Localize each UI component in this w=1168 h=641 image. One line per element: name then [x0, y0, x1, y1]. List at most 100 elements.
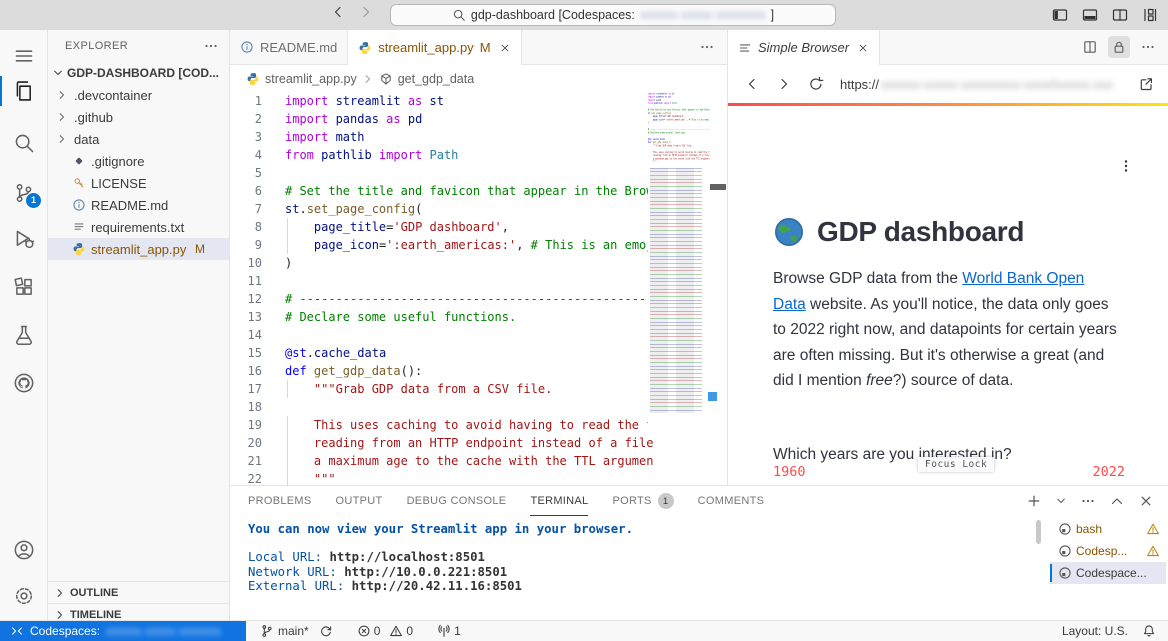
- code-line[interactable]: 22 """: [230, 470, 710, 485]
- close-icon[interactable]: [499, 42, 511, 54]
- breadcrumb[interactable]: streamlit_app.py get_gdp_data: [230, 65, 727, 92]
- code-line[interactable]: 9 page_icon=':earth_americas:', # This i…: [230, 236, 710, 254]
- panel-tab-output[interactable]: OUTPUT: [336, 486, 383, 516]
- history-forward-icon[interactable]: [358, 4, 374, 20]
- code-line[interactable]: 14: [230, 326, 710, 344]
- explorer-item-readme-md[interactable]: README.md: [48, 194, 229, 216]
- url-bar[interactable]: https:// xxxxxx-xxxxx-xxxxxxxxx-xxxx0xxx…: [840, 77, 1122, 92]
- panel-tab-debug-console[interactable]: DEBUG CONSOLE: [407, 486, 507, 516]
- notifications-bell-icon[interactable]: [1142, 624, 1156, 638]
- browser-back-icon[interactable]: [744, 76, 760, 92]
- browser-more-actions-icon[interactable]: [1140, 39, 1156, 55]
- close-panel-icon[interactable]: [1138, 493, 1154, 509]
- panel-tab-ports[interactable]: PORTS1: [612, 486, 673, 516]
- branch-status[interactable]: main*: [260, 624, 333, 638]
- tab-simple-browser[interactable]: Simple Browser: [728, 30, 880, 65]
- code-line[interactable]: 12# ------------------------------------…: [230, 290, 710, 308]
- layout-sidebar-left-icon[interactable]: [1052, 7, 1068, 23]
- terminal-session-codespace-[interactable]: Codespace...: [1050, 562, 1166, 584]
- close-icon[interactable]: [857, 42, 869, 54]
- browser-reload-icon[interactable]: [808, 76, 824, 92]
- sidebar-section-outline[interactable]: OUTLINE: [48, 581, 229, 603]
- code-line[interactable]: 2import pandas as pd: [230, 110, 710, 128]
- code-line[interactable]: 17 """Grab GDP data from a CSV file.: [230, 380, 710, 398]
- lock-icon[interactable]: [1108, 36, 1130, 58]
- open-external-icon[interactable]: [1138, 76, 1154, 92]
- activity-source-control-icon[interactable]: 1: [0, 176, 47, 210]
- year-range-slider[interactable]: 1960 2022: [773, 464, 1125, 480]
- activity-testing-icon[interactable]: [0, 318, 47, 352]
- explorer-more-actions-icon[interactable]: [203, 38, 219, 54]
- problems-status[interactable]: 0 0: [357, 624, 413, 638]
- activity-settings-icon[interactable]: [0, 579, 47, 613]
- code-line[interactable]: 3import math: [230, 128, 710, 146]
- panel-tab-terminal[interactable]: TERMINAL: [530, 486, 588, 516]
- code-line[interactable]: 5: [230, 164, 710, 182]
- explorer-item--gitignore[interactable]: .gitignore: [48, 150, 229, 172]
- line-text: # --------------------------------------…: [262, 290, 710, 308]
- code-line[interactable]: 11: [230, 272, 710, 290]
- keyboard-layout[interactable]: Layout: U.S.: [1062, 624, 1128, 638]
- layout-sidebar-right-icon[interactable]: [1112, 7, 1128, 23]
- code-line[interactable]: 10): [230, 254, 710, 272]
- code-line[interactable]: 19 This uses caching to avoid having to …: [230, 416, 710, 434]
- emphasis-text: free: [866, 372, 893, 389]
- code-line[interactable]: 20 reading from an HTTP endpoint instead…: [230, 434, 710, 452]
- code-line[interactable]: 8 page_title='GDP dashboard',: [230, 218, 710, 236]
- explorer-item--github[interactable]: .github: [48, 106, 229, 128]
- minimap[interactable]: import streamlit as stimport pandas as p…: [648, 92, 710, 432]
- code-line[interactable]: 15@st.cache_data: [230, 344, 710, 362]
- activity-menu-icon[interactable]: [0, 39, 47, 73]
- history-back-icon[interactable]: [330, 4, 346, 20]
- explorer-root-folder[interactable]: GDP-DASHBOARD [COD...: [48, 62, 229, 84]
- activity-github-icon[interactable]: [0, 366, 47, 400]
- editor-more-actions-icon[interactable]: [699, 39, 715, 55]
- explorer-item-requirements-txt[interactable]: requirements.txt: [48, 216, 229, 238]
- terminal-output[interactable]: You can now view your Streamlit app in y…: [248, 522, 633, 593]
- ports-status[interactable]: 1: [437, 624, 461, 638]
- activity-account-icon[interactable]: [0, 533, 47, 567]
- activity-files-icon[interactable]: [0, 74, 47, 108]
- explorer-item-license[interactable]: LICENSE: [48, 172, 229, 194]
- explorer-item-data[interactable]: data: [48, 128, 229, 150]
- activity-search-icon[interactable]: [0, 126, 47, 160]
- terminal-session-codesp-[interactable]: Codesp...: [1050, 540, 1166, 562]
- new-terminal-icon[interactable]: [1026, 493, 1042, 509]
- code-line[interactable]: 18: [230, 398, 710, 416]
- code-line[interactable]: 4from pathlib import Path: [230, 146, 710, 164]
- code-line[interactable]: 16def get_gdp_data():: [230, 362, 710, 380]
- code-line[interactable]: 13# Declare some useful functions.: [230, 308, 710, 326]
- terminal-scrollbar[interactable]: [1036, 520, 1041, 544]
- git-icon: [72, 154, 86, 168]
- tab-streamlit-app[interactable]: streamlit_app.py M: [348, 30, 521, 65]
- explorer-item--devcontainer[interactable]: .devcontainer: [48, 84, 229, 106]
- activity-run-debug-icon[interactable]: [0, 222, 47, 256]
- sync-icon[interactable]: [319, 624, 333, 638]
- breadcrumb-file[interactable]: streamlit_app.py: [265, 72, 357, 86]
- code-line[interactable]: 6# Set the title and favicon that appear…: [230, 182, 710, 200]
- layout-panel-icon[interactable]: [1082, 7, 1098, 23]
- terminal-dropdown-icon[interactable]: [1055, 493, 1067, 509]
- line-number: 15: [230, 344, 262, 362]
- panel-tab-comments[interactable]: COMMENTS: [698, 486, 765, 516]
- browser-forward-icon[interactable]: [776, 76, 792, 92]
- command-center-search[interactable]: gdp-dashboard [Codespaces: xxxxxx xxxxx …: [390, 4, 836, 26]
- activity-extensions-icon[interactable]: [0, 270, 47, 304]
- explorer-item-streamlit-app-py[interactable]: streamlit_app.pyM: [48, 238, 229, 260]
- symbol-icon: [379, 72, 393, 86]
- breadcrumb-symbol[interactable]: get_gdp_data: [398, 72, 474, 86]
- line-number: 16: [230, 362, 262, 380]
- panel-more-actions-icon[interactable]: [1080, 493, 1096, 509]
- terminal-session-bash[interactable]: bash: [1050, 518, 1166, 540]
- maximize-panel-icon[interactable]: [1109, 493, 1125, 509]
- split-editor-icon[interactable]: [1082, 39, 1098, 55]
- code-line[interactable]: 21 a maximum age to the cache with the T…: [230, 452, 710, 470]
- code-editor[interactable]: 1import streamlit as st2import pandas as…: [230, 92, 710, 485]
- code-line[interactable]: 1import streamlit as st: [230, 92, 710, 110]
- tab-readme[interactable]: README.md: [230, 30, 348, 64]
- layout-customize-icon[interactable]: [1142, 7, 1158, 23]
- remote-indicator[interactable]: Codespaces: xxxxxx xxxxx xxxxxxx: [0, 621, 246, 641]
- code-line[interactable]: 7st.set_page_config(: [230, 200, 710, 218]
- panel-tab-problems[interactable]: PROBLEMS: [248, 486, 312, 516]
- streamlit-menu-icon[interactable]: [1118, 158, 1134, 174]
